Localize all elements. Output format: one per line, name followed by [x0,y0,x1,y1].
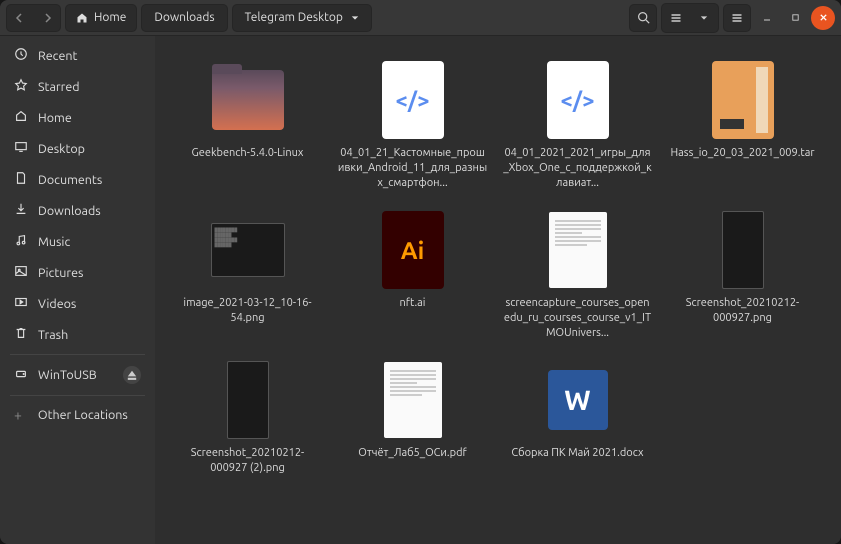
file-item[interactable]: </> 04_01_21_Кастомные_прошивки_Android_1… [330,54,495,204]
back-button[interactable] [7,5,33,31]
sidebar-item-home[interactable]: Home [0,102,155,133]
titlebar: Home Downloads Telegram Desktop [0,0,841,36]
file-thumbnail: </> [373,60,453,140]
chevron-down-icon [700,14,708,22]
desktop-icon [14,140,28,157]
file-manager-window: Home Downloads Telegram Desktop Recent St… [0,0,841,544]
forward-button[interactable] [34,5,60,31]
sidebar-item-label: Trash [38,328,68,342]
music-icon [14,233,28,250]
file-thumbnail [703,60,783,140]
list-icon [670,12,682,24]
file-item[interactable]: ████████████████████████████ image_2021-0… [165,204,330,354]
home-icon [76,12,88,24]
file-thumbnail [208,360,288,440]
file-item[interactable]: Отчёт_Лаб5_ОСи.pdf [330,354,495,504]
sidebar-item-videos[interactable]: Videos [0,288,155,319]
close-button[interactable] [811,6,835,30]
sidebar-item-label: Pictures [38,266,83,280]
file-item[interactable]: Ai nft.ai [330,204,495,354]
sidebar-item-label: Music [38,235,70,249]
sidebar-item-label: Videos [38,297,76,311]
sidebar-item-recent[interactable]: Recent [0,40,155,71]
file-thumbnail: Ai [373,210,453,290]
view-list-button[interactable] [662,4,690,32]
file-item[interactable]: W Сборка ПК Май 2021.docx [495,354,660,504]
hamburger-icon [731,12,743,24]
file-label: Screenshot_20210212-000927.png [668,296,818,326]
maximize-button[interactable] [783,6,807,30]
download-icon [14,202,28,219]
breadcrumb-home[interactable]: Home [65,4,137,32]
file-thumbnail: ████████████████████████████ [208,210,288,290]
file-item[interactable]: screencapture_courses_openedu_ru_courses… [495,204,660,354]
breadcrumb-home-label: Home [94,11,126,24]
sidebar-item-label: Starred [38,80,80,94]
minimize-button[interactable] [755,6,779,30]
sidebar-item-starred[interactable]: Starred [0,71,155,102]
file-item[interactable]: Hass_io_20_03_2021_009.tar [660,54,825,204]
maximize-icon [791,13,800,22]
sidebar-item-label: Recent [38,49,77,63]
file-item[interactable]: Screenshot_20210212-000927.png [660,204,825,354]
trash-icon [14,326,28,343]
file-label: Сборка ПК Май 2021.docx [511,446,643,461]
sidebar-item-label: Desktop [38,142,85,156]
file-item[interactable]: Screenshot_20210212-000927 (2).png [165,354,330,504]
sidebar-mount-wintousb[interactable]: WinToUSB [0,359,155,391]
sidebar: Recent Starred Home Desktop Documents Downloa… [0,36,155,544]
file-label: Screenshot_20210212-000927 (2).png [173,446,323,476]
sidebar-item-label: Downloads [38,204,101,218]
sidebar-item-downloads[interactable]: Downloads [0,195,155,226]
sidebar-item-label: WinToUSB [38,368,97,382]
file-label: Отчёт_Лаб5_ОСи.pdf [358,446,466,461]
sidebar-item-documents[interactable]: Documents [0,164,155,195]
sidebar-item-trash[interactable]: Trash [0,319,155,350]
file-thumbnail [538,210,618,290]
sidebar-item-pictures[interactable]: Pictures [0,257,155,288]
menu-button[interactable] [723,4,751,32]
file-item[interactable]: Geekbench-5.4.0-Linux [165,54,330,204]
file-label: screencapture_courses_openedu_ru_courses… [503,296,653,341]
view-switcher [661,3,719,33]
file-thumbnail [373,360,453,440]
minimize-icon [762,13,772,23]
star-icon [14,78,28,95]
breadcrumb-downloads[interactable]: Downloads [141,4,227,32]
sidebar-item-label: Home [38,111,72,125]
close-icon [819,13,828,22]
file-grid: Geekbench-5.4.0-Linux </> 04_01_21_Кастомн… [165,54,831,504]
search-button[interactable] [629,4,657,32]
plus-icon: + [14,407,22,423]
file-label: 04_01_21_Кастомные_прошивки_Android_11_д… [338,146,488,191]
file-label: image_2021-03-12_10-16-54.png [173,296,323,326]
sidebar-other-locations[interactable]: +Other Locations [0,400,155,430]
file-thumbnail [703,210,783,290]
file-item[interactable]: </> 04_01_2021_2021_игры_для_Xbox_One_с_п… [495,54,660,204]
file-label: nft.ai [400,296,426,311]
file-label: Hass_io_20_03_2021_009.tar [670,146,814,161]
file-label: 04_01_2021_2021_игры_для_Xbox_One_с_подд… [503,146,653,191]
sidebar-item-desktop[interactable]: Desktop [0,133,155,164]
chevron-down-icon [351,14,359,22]
clock-icon [14,47,28,64]
nav-buttons [6,4,61,32]
breadcrumb-current[interactable]: Telegram Desktop [232,4,372,32]
eject-button[interactable] [123,366,141,384]
disk-icon [14,367,28,384]
file-thumbnail: W [538,360,618,440]
sidebar-item-music[interactable]: Music [0,226,155,257]
file-thumbnail: </> [538,60,618,140]
doc-icon [14,171,28,188]
file-thumbnail [208,60,288,140]
view-dropdown-button[interactable] [690,4,718,32]
file-label: Geekbench-5.4.0-Linux [192,146,304,161]
home-icon [14,109,28,126]
picture-icon [14,264,28,281]
content-area[interactable]: Geekbench-5.4.0-Linux </> 04_01_21_Кастомн… [155,36,841,544]
search-icon [637,11,650,24]
video-icon [14,295,28,312]
sidebar-item-label: Documents [38,173,102,187]
